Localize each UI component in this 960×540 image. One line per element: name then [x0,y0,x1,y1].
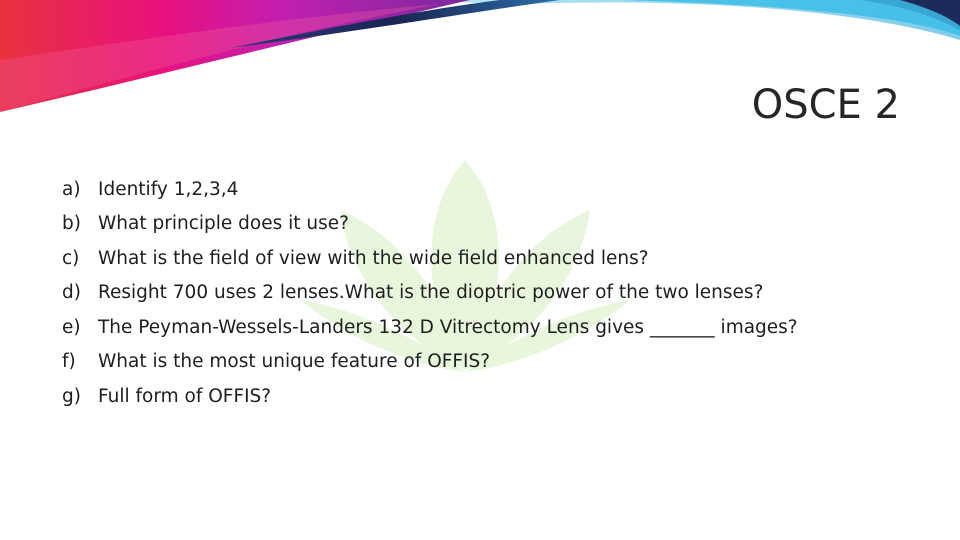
question-text: Identify 1,2,3,4 [98,178,239,200]
list-marker: g) [62,385,81,407]
question-list: a) Identify 1,2,3,4 b) What principle do… [62,172,798,414]
list-item: d) Resight 700 uses 2 lenses.What is the… [62,276,798,311]
list-item: b) What principle does it use? [62,207,798,242]
list-marker: d) [62,282,81,304]
list-item: e) The Peyman-Wessels-Landers 132 D Vitr… [62,310,798,345]
question-text: Resight 700 uses 2 lenses.What is the di… [98,282,764,304]
slide-title: OSCE 2 [751,82,900,128]
list-item: c) What is the field of view with the wi… [62,241,798,276]
question-text: The Peyman-Wessels-Landers 132 D Vitrect… [98,316,798,338]
question-text: What is the most unique feature of OFFIS… [98,351,491,373]
list-marker: e) [62,316,81,338]
list-marker: b) [62,213,81,235]
list-marker: f) [62,351,76,373]
list-item: a) Identify 1,2,3,4 [62,172,798,207]
question-text: Full form of OFFIS? [98,385,272,407]
question-text: What is the field of view with the wide … [98,247,649,269]
list-item: g) Full form of OFFIS? [62,379,798,414]
slide: OSCE 2 a) Identify 1,2,3,4 b) What princ… [0,0,960,540]
question-text: What principle does it use? [98,213,349,235]
list-item: f) What is the most unique feature of OF… [62,345,798,380]
list-marker: c) [62,247,80,269]
list-marker: a) [62,178,81,200]
